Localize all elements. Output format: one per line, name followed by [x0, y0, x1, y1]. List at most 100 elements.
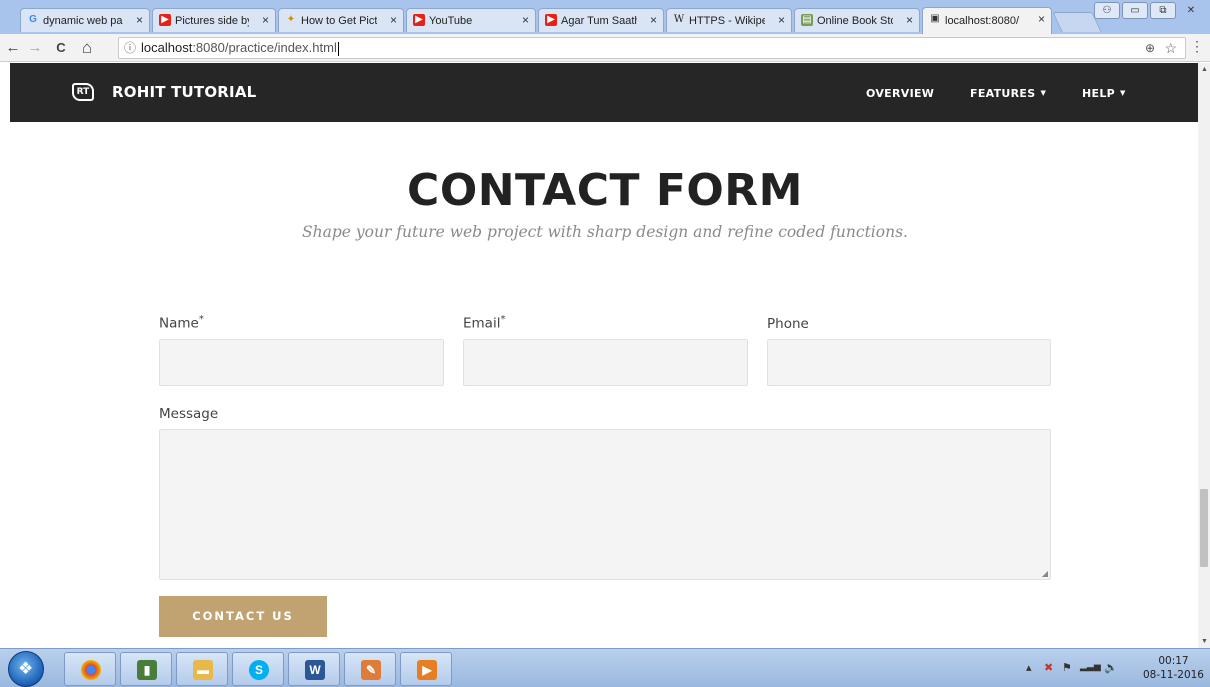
system-tray: ▴ ✖ ⚑ ▂▃▅ 🔈 00:17 08-11-2016 [1020, 649, 1210, 687]
taskbar-app-skype[interactable]: S [232, 652, 284, 686]
phone-label: Phone [767, 316, 809, 332]
close-icon[interactable]: × [136, 13, 143, 27]
tab-title: dynamic web pa [43, 14, 123, 27]
clock-date: 08-11-2016 [1142, 669, 1204, 681]
wikipedia-icon: W [673, 14, 685, 25]
browser-tab-strip: G dynamic web pa × ▶ Pictures side by × … [0, 0, 1210, 34]
taskbar-app-media[interactable]: ▶ [400, 652, 452, 686]
nav-overview[interactable]: OVERVIEW [866, 87, 934, 100]
browser-tab-active[interactable]: ▣ localhost:8080/ × [922, 7, 1052, 34]
zoom-icon[interactable]: ⊕ [1145, 38, 1155, 58]
text-cursor [337, 41, 339, 56]
forward-icon[interactable]: → [26, 38, 44, 58]
window-close-icon[interactable]: ✕ [1178, 2, 1204, 19]
page-scrollbar[interactable]: ▲ ▼ [1198, 63, 1210, 648]
user-icon[interactable]: ⚇ [1094, 2, 1120, 19]
tab-title: Agar Tum Saath [561, 14, 637, 27]
contact-us-button[interactable]: CONTACT US [159, 596, 327, 637]
youtube-icon: ▶ [545, 14, 557, 26]
page-icon: ▣ [930, 13, 940, 24]
scrollbar-thumb[interactable] [1200, 489, 1208, 567]
window-controls: ⚇ ▭ ⧉ ✕ [1094, 2, 1204, 19]
reload-icon[interactable]: C [52, 38, 70, 58]
network-error-icon[interactable]: ✖ [1044, 661, 1053, 674]
name-input[interactable] [159, 339, 444, 386]
chevron-down-icon: ▼ [1120, 89, 1126, 97]
tab-title: HTTPS - Wikipe [689, 14, 765, 27]
message-textarea[interactable]: ◢ [159, 429, 1051, 580]
resize-handle-icon[interactable]: ◢ [1042, 569, 1048, 578]
url-host: localhost [141, 40, 193, 55]
nav-label: OVERVIEW [866, 87, 935, 100]
close-icon[interactable]: × [650, 13, 657, 27]
tab-title: Online Book Sto [817, 14, 893, 27]
youtube-icon: ▶ [159, 14, 171, 26]
action-center-icon[interactable]: ⚑ [1062, 661, 1072, 674]
paint-icon: ✎ [361, 660, 381, 680]
taskbar-app-charts[interactable]: ▮ [120, 652, 172, 686]
clock-time: 00:17 [1158, 655, 1189, 667]
tab-title: YouTube [429, 14, 473, 27]
minimize-icon[interactable]: ▭ [1122, 2, 1148, 19]
browser-tab[interactable]: ✦ How to Get Pictu × [278, 8, 404, 32]
nav-help[interactable]: HELP ▼ [1082, 87, 1126, 100]
message-label: Message [159, 406, 219, 422]
tab-title: How to Get Pictu [301, 14, 377, 27]
close-icon[interactable]: × [906, 13, 913, 27]
browser-tab[interactable]: ▶ Agar Tum Saath × [538, 8, 664, 32]
brand-name[interactable]: ROHIT TUTORIAL [112, 83, 256, 101]
address-bar[interactable]: ⓘ localhost:8080/practice/index.html ⊕ ☆ [118, 37, 1186, 59]
url-path: :8080/practice/index.html [192, 40, 337, 55]
youtube-icon: ▶ [413, 14, 425, 26]
charts-icon: ▮ [137, 660, 157, 680]
system-clock[interactable]: 00:17 08-11-2016 [1143, 654, 1204, 682]
browser-tab[interactable]: W HTTPS - Wikipe × [666, 8, 792, 32]
browser-toolbar: ← → C ⌂ ⓘ localhost:8080/practice/index.… [0, 34, 1210, 62]
site-navbar: RT ROHIT TUTORIAL OVERVIEW FEATURES ▼ HEL… [10, 63, 1198, 122]
folder-icon: ▬ [193, 660, 213, 680]
browser-tab[interactable]: ▶ Pictures side by × [152, 8, 276, 32]
chevron-down-icon: ▼ [1040, 89, 1047, 97]
nav-features[interactable]: FEATURES ▼ [970, 87, 1046, 100]
page-title: CONTACT FORM [407, 165, 803, 216]
start-button[interactable]: ❖ [8, 651, 44, 687]
browser-tab[interactable]: ▶ YouTube × [406, 8, 536, 32]
book-icon: ▤ [801, 14, 813, 26]
signal-icon[interactable]: ▂▃▅ [1080, 661, 1101, 672]
windows-logo-icon: ❖ [18, 659, 34, 678]
taskbar-app-explorer[interactable]: ▬ [176, 652, 228, 686]
google-icon: G [29, 14, 37, 25]
taskbar-app-word[interactable]: W [288, 652, 340, 686]
word-icon: W [305, 660, 325, 680]
taskbar-app-chrome[interactable] [64, 652, 116, 686]
restore-icon[interactable]: ⧉ [1150, 2, 1176, 19]
close-icon[interactable]: × [262, 13, 269, 27]
back-icon[interactable]: ← [4, 38, 22, 58]
taskbar-app-paint[interactable]: ✎ [344, 652, 396, 686]
required-mark: * [198, 314, 204, 325]
close-icon[interactable]: × [522, 13, 529, 27]
phone-input[interactable] [767, 339, 1051, 386]
volume-icon[interactable]: 🔈 [1104, 661, 1118, 674]
email-label: Email* [463, 314, 506, 332]
required-mark: * [500, 314, 506, 325]
chrome-icon [81, 660, 101, 680]
windows-taskbar: ❖ ▮ ▬ S W ✎ ▶ ▴ ✖ ⚑ ▂▃▅ 🔈 00:17 08-11-20… [0, 648, 1210, 687]
scroll-up-icon[interactable]: ▲ [1201, 66, 1208, 73]
scroll-down-icon[interactable]: ▼ [1201, 638, 1208, 645]
show-hidden-icons-icon[interactable]: ▴ [1026, 661, 1032, 674]
nav-label: HELP [1082, 87, 1115, 100]
bookmark-star-icon[interactable]: ☆ [1164, 38, 1177, 58]
page-viewport: RT ROHIT TUTORIAL OVERVIEW FEATURES ▼ HEL… [0, 63, 1198, 648]
brand-logo-icon[interactable]: RT [72, 83, 94, 101]
home-icon[interactable]: ⌂ [78, 38, 96, 58]
browser-tab[interactable]: G dynamic web pa × [20, 8, 150, 32]
browser-menu-icon[interactable]: ⋮ [1190, 38, 1204, 55]
close-icon[interactable]: × [778, 13, 785, 27]
info-icon[interactable]: ⓘ [124, 38, 136, 58]
close-icon[interactable]: × [1038, 12, 1045, 26]
close-icon[interactable]: × [390, 13, 397, 27]
page-subtitle: Shape your future web project with sharp… [302, 223, 908, 241]
email-input[interactable] [463, 339, 748, 386]
browser-tab[interactable]: ▤ Online Book Sto × [794, 8, 920, 32]
